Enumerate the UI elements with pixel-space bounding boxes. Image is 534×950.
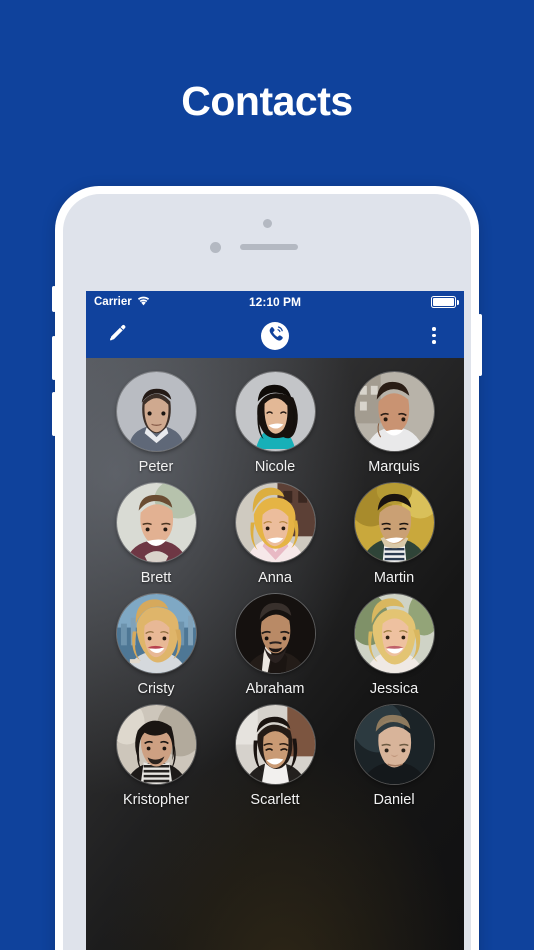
pencil-icon	[107, 324, 126, 348]
contact-item-daniel[interactable]: Daniel	[342, 705, 446, 809]
avatar	[354, 594, 434, 673]
avatar	[235, 372, 315, 451]
contact-name: Jessica	[369, 681, 419, 697]
contact-name: Scarlett	[250, 792, 300, 808]
contact-name: Anna	[258, 570, 292, 586]
status-bar-right	[431, 296, 459, 308]
avatar	[235, 483, 315, 562]
app-toolbar	[86, 313, 464, 358]
contact-name: Nicole	[254, 459, 296, 475]
power-button[interactable]	[478, 314, 482, 376]
proximity-sensor-icon	[210, 242, 221, 253]
volume-up-button[interactable]	[52, 336, 56, 380]
phone-screen: Carrier 12:10 PM Peter Nicole Marquis Br…	[86, 291, 464, 950]
contact-name: Cristy	[137, 681, 175, 697]
contact-name: Peter	[138, 459, 174, 475]
contact-item-kristopher[interactable]: Kristopher	[104, 705, 208, 809]
contact-row: Brett Anna Martin	[104, 483, 446, 587]
contact-row: Kristopher Scarlett Daniel	[104, 705, 446, 809]
phone-device-frame: Carrier 12:10 PM Peter Nicole Marquis Br…	[52, 186, 482, 950]
avatar	[116, 483, 196, 562]
battery-full-icon	[431, 296, 459, 308]
contact-name: Marquis	[368, 459, 420, 475]
contacts-grid: Peter Nicole Marquis Brett Anna Martin C…	[86, 358, 464, 950]
contact-item-brett[interactable]: Brett	[104, 483, 208, 587]
avatar	[235, 705, 315, 784]
silent-switch-button[interactable]	[52, 286, 56, 312]
contact-item-peter[interactable]: Peter	[104, 372, 208, 476]
phone-bezel: Carrier 12:10 PM Peter Nicole Marquis Br…	[63, 194, 471, 950]
status-bar-left: Carrier	[94, 296, 150, 309]
contact-item-abraham[interactable]: Abraham	[223, 594, 327, 698]
contact-name: Kristopher	[122, 792, 190, 808]
overflow-menu-button[interactable]	[418, 320, 450, 352]
contact-name: Brett	[140, 570, 172, 586]
contact-row: Cristy Abraham Jessica	[104, 594, 446, 698]
contact-item-anna[interactable]: Anna	[223, 483, 327, 587]
contact-item-nicole[interactable]: Nicole	[223, 372, 327, 476]
more-vertical-icon	[432, 327, 436, 344]
wifi-icon	[137, 296, 150, 309]
avatar	[354, 483, 434, 562]
contact-name: Martin	[373, 570, 415, 586]
app-root: Contacts Carrier 12:10 PM Peter Nicole M…	[0, 0, 534, 950]
earpiece-speaker	[240, 244, 298, 250]
contact-item-martin[interactable]: Martin	[342, 483, 446, 587]
contact-item-scarlett[interactable]: Scarlett	[223, 705, 327, 809]
contact-row: Peter Nicole Marquis	[104, 372, 446, 476]
phone-ringing-icon	[267, 325, 284, 347]
contact-name: Daniel	[373, 792, 415, 808]
avatar	[116, 705, 196, 784]
call-button[interactable]	[261, 321, 289, 350]
contact-item-marquis[interactable]: Marquis	[342, 372, 446, 476]
contact-name: Abraham	[245, 681, 305, 697]
avatar	[354, 705, 434, 784]
contact-item-cristy[interactable]: Cristy	[104, 594, 208, 698]
avatar	[235, 594, 315, 673]
front-camera-icon	[263, 219, 272, 228]
avatar	[116, 594, 196, 673]
volume-down-button[interactable]	[52, 392, 56, 436]
avatar	[116, 372, 196, 451]
avatar	[354, 372, 434, 451]
status-bar: Carrier 12:10 PM	[86, 291, 464, 313]
contact-item-jessica[interactable]: Jessica	[342, 594, 446, 698]
page-title: Contacts	[181, 78, 353, 124]
carrier-label: Carrier	[94, 296, 132, 308]
edit-contact-button[interactable]	[100, 320, 132, 352]
